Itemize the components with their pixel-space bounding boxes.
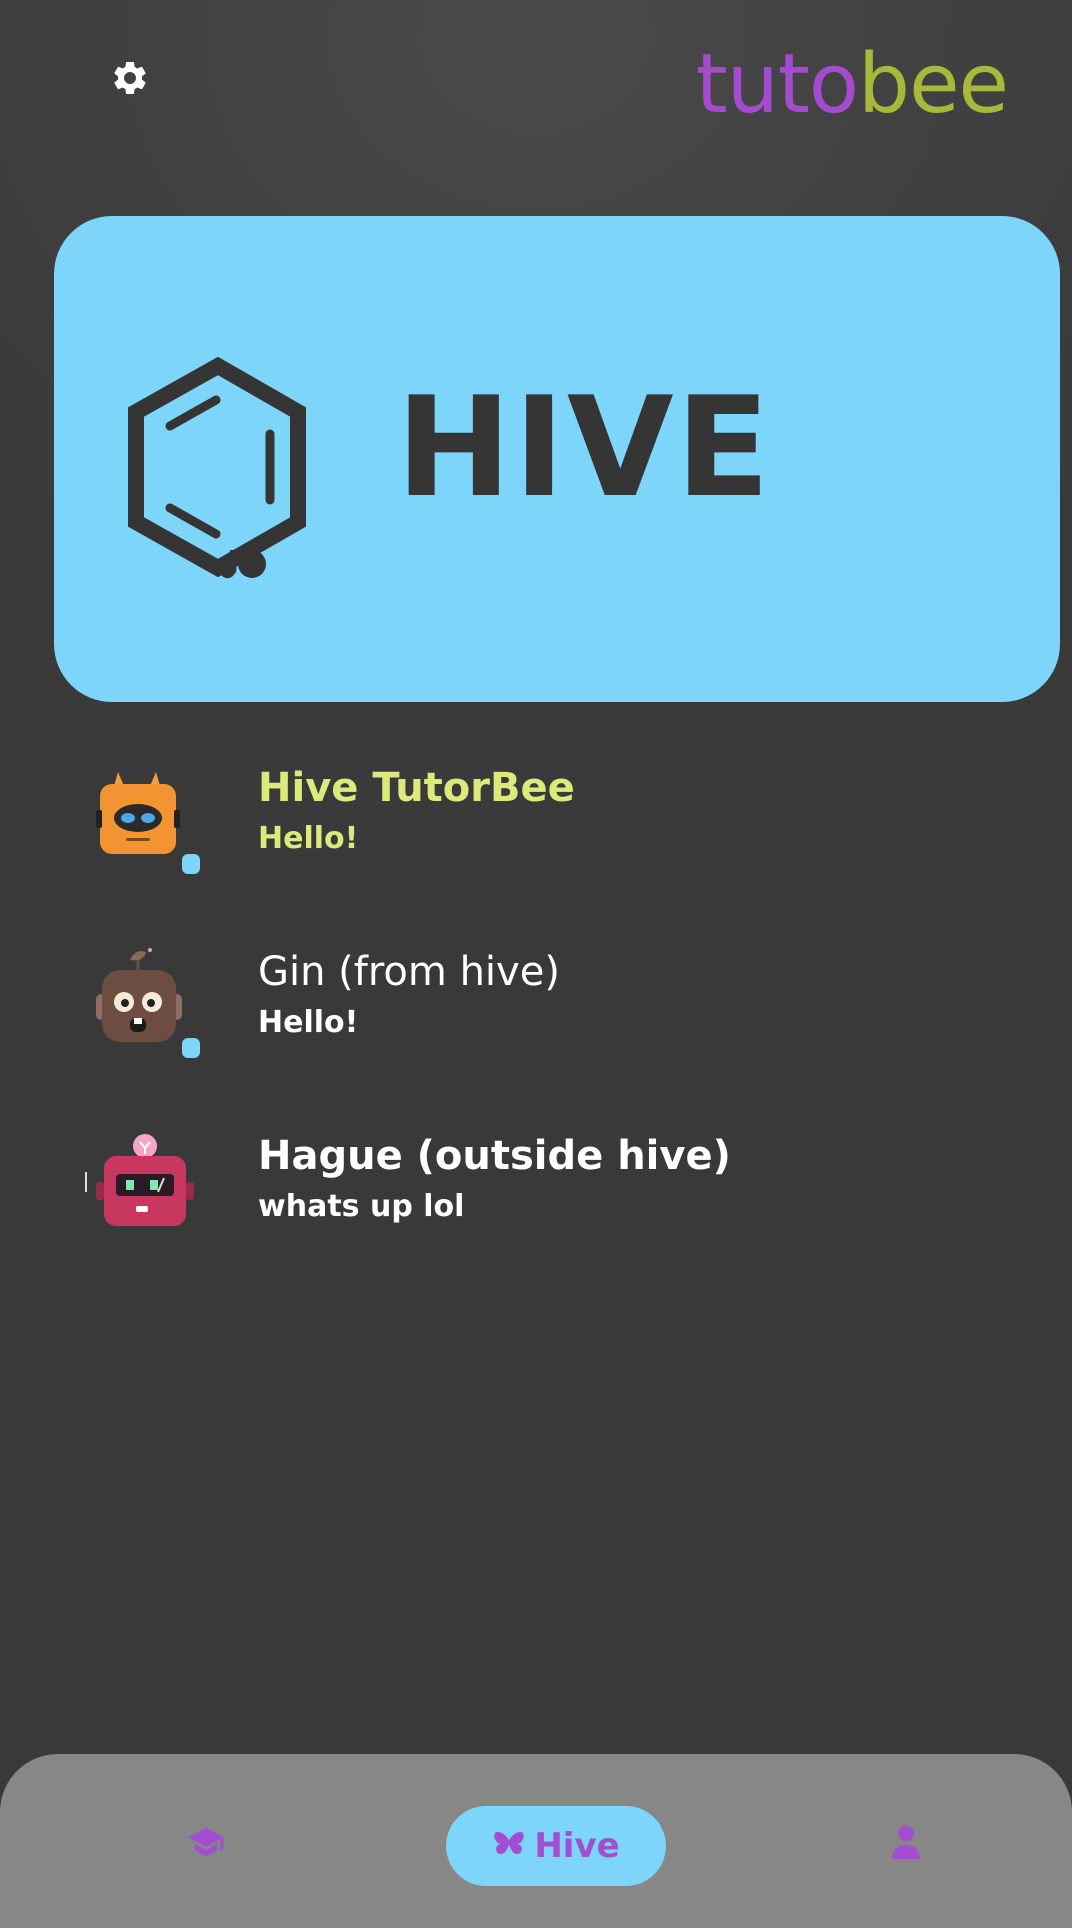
- graduation-cap-icon: [188, 1827, 224, 1857]
- unread-dot: [182, 854, 200, 874]
- nav-learn-button[interactable]: [180, 1816, 232, 1868]
- brown-robot-avatar: [96, 948, 182, 1042]
- honeycomb-hexagon-icon: [128, 356, 306, 579]
- chat-message: Hello!: [258, 821, 359, 856]
- butterfly-icon: [494, 1831, 525, 1854]
- gear-icon: [114, 61, 146, 94]
- orange-robot-avatar: [96, 772, 180, 854]
- chat-item-hive-tutorbee[interactable]: Hive TutorBee Hello!: [80, 764, 1020, 914]
- settings-button[interactable]: [104, 52, 156, 104]
- chat-name: Hive TutorBee: [258, 765, 575, 811]
- nav-hive-label: Hive: [534, 1826, 620, 1866]
- nav-hive-button[interactable]: Hive: [446, 1806, 666, 1886]
- chat-item-gin[interactable]: Gin (from hive) Hello!: [80, 948, 1020, 1098]
- pink-robot-avatar: [85, 1134, 194, 1226]
- chat-item-hague[interactable]: Hague (outside hive) whats up lol: [80, 1132, 1020, 1282]
- chat-message: Hello!: [258, 1005, 359, 1040]
- logo-text-bee: bee: [858, 37, 1009, 132]
- chat-message: whats up lol: [258, 1189, 465, 1224]
- chat-name: Gin (from hive): [258, 949, 560, 995]
- unread-dot: [182, 1038, 200, 1058]
- chat-name: Hague (outside hive): [258, 1133, 731, 1179]
- bottom-navigation: Hive: [0, 1754, 1072, 1928]
- hive-title: HIVE: [396, 367, 772, 528]
- app-logo: tuto bee: [695, 37, 1009, 132]
- logo-text-tuto: tuto: [695, 37, 859, 132]
- nav-profile-button[interactable]: [880, 1816, 932, 1868]
- person-icon: [891, 1825, 921, 1859]
